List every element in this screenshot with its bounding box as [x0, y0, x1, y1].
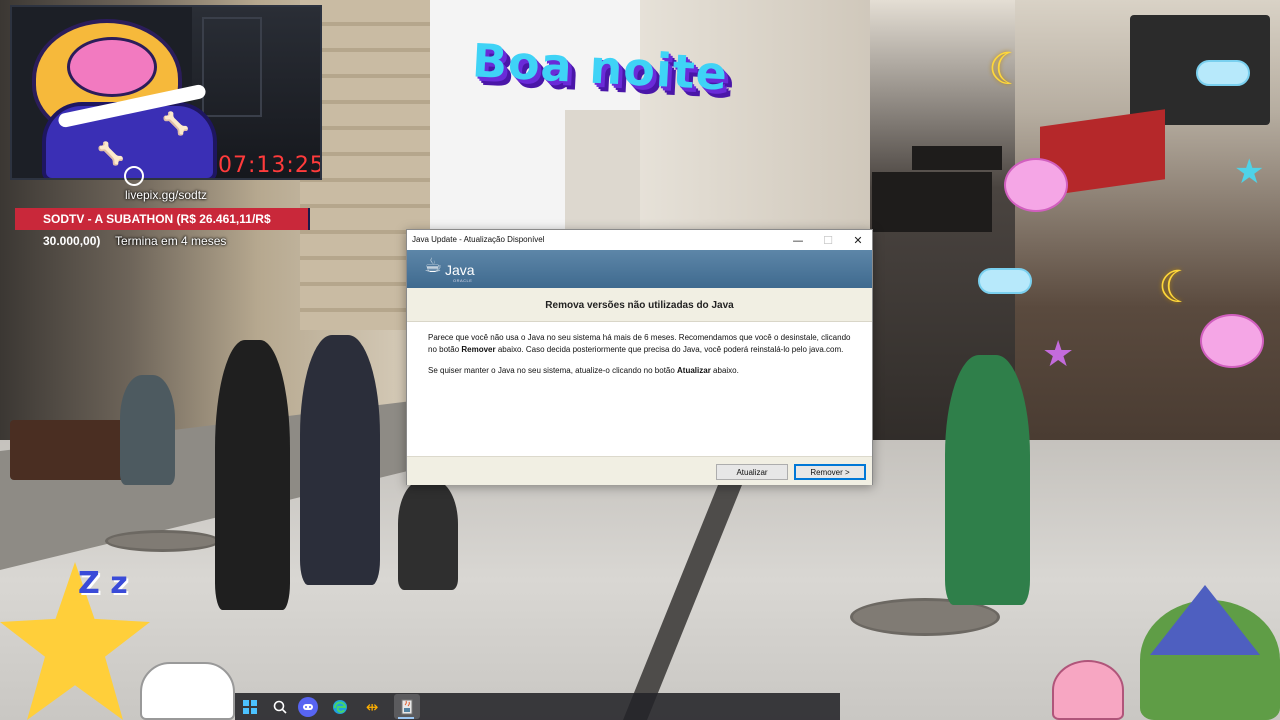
windows-start-icon[interactable]: [240, 697, 260, 717]
subathon-ends-in: Termina em 4 meses: [115, 234, 227, 248]
message-bold: Atualizar: [677, 366, 711, 375]
person-seated: [120, 375, 175, 485]
cloud-icon: [978, 268, 1032, 294]
window-title: Java Update - Atualização Disponível: [412, 235, 545, 244]
moon-icon: ☾: [988, 44, 1028, 95]
taskbar: [235, 693, 840, 720]
message-text: Se quiser manter o Java no seu sistema, …: [428, 366, 678, 375]
person-walking: [300, 335, 380, 585]
message-paragraph: Se quiser manter o Java no seu sistema, …: [428, 365, 858, 377]
message-bold: Remover: [461, 344, 496, 354]
app-icon[interactable]: ⇹: [362, 697, 382, 717]
sheep-icon: [1200, 314, 1264, 368]
manhole-cover: [105, 530, 220, 552]
java-logo-text: Java: [445, 262, 475, 278]
minimize-button[interactable]: —: [783, 230, 813, 250]
oracle-logo-text: ORACLE: [453, 278, 473, 283]
person-walking: [215, 340, 290, 610]
maximize-button: ☐: [823, 233, 833, 247]
discord-icon[interactable]: [298, 697, 318, 717]
search-icon[interactable]: [270, 697, 290, 717]
message-text: abaixo. Caso decida posteriormente que p…: [495, 344, 844, 354]
dialog-headline: Remova versões não utilizadas do Java: [545, 300, 734, 311]
bone-icon: 🦴: [162, 112, 190, 137]
message-text: abaixo.: [710, 366, 739, 375]
message-paragraph: Parece que você não usa o Java no seu si…: [428, 332, 858, 355]
person-standing: [945, 355, 1030, 605]
star-icon: ★: [1234, 152, 1265, 192]
cloud-icon: [1196, 60, 1250, 86]
remove-button[interactable]: Remover >: [794, 464, 866, 480]
webcam-overlay: 🦴 🦴 07:13:25: [10, 5, 322, 180]
close-button[interactable]: ✕: [843, 230, 873, 250]
womensecret-sign: [872, 172, 992, 232]
kirby-sticker: [1052, 660, 1124, 720]
title-bar[interactable]: Java Update - Atualização Disponível — ☐…: [407, 230, 872, 250]
livepix-link: livepix.gg/sodtz: [125, 188, 208, 202]
java-update-dialog: Java Update - Atualização Disponível — ☐…: [406, 229, 873, 485]
cat-sticker: [140, 662, 235, 720]
java-cup-icon: ☕: [424, 253, 442, 277]
bone-icon: 🦴: [97, 142, 125, 167]
person-walking: [398, 480, 458, 590]
java-update-taskbar-button[interactable]: [394, 694, 420, 719]
sheep-icon: [1004, 158, 1068, 212]
webcam-shelf: [202, 17, 262, 117]
mascot-face: [67, 37, 157, 97]
headline-area: Remova versões não utilizadas do Java: [407, 288, 872, 322]
java-banner: ☕ Java ORACLE: [407, 250, 872, 288]
dialog-footer: Atualizar Remover >: [407, 456, 872, 485]
livepix-logo-icon: [124, 166, 144, 186]
dialog-message: Parece que você não usa o Java no seu si…: [428, 332, 858, 387]
womensecret-small-sign: [912, 146, 1002, 170]
building-distant: [565, 110, 645, 240]
active-window-indicator: [398, 717, 414, 719]
moon-icon: ☾: [1158, 262, 1198, 313]
subathon-progress-bar: SODTV - A SUBATHON (R$ 26.461,11/R$ 30.0…: [15, 208, 308, 248]
stream-timer: 07:13:25: [218, 153, 322, 178]
sleep-zz-icon: Z z: [78, 566, 128, 601]
update-button[interactable]: Atualizar: [716, 464, 788, 480]
star-icon: ★: [1042, 334, 1075, 375]
edge-icon[interactable]: [330, 697, 350, 717]
